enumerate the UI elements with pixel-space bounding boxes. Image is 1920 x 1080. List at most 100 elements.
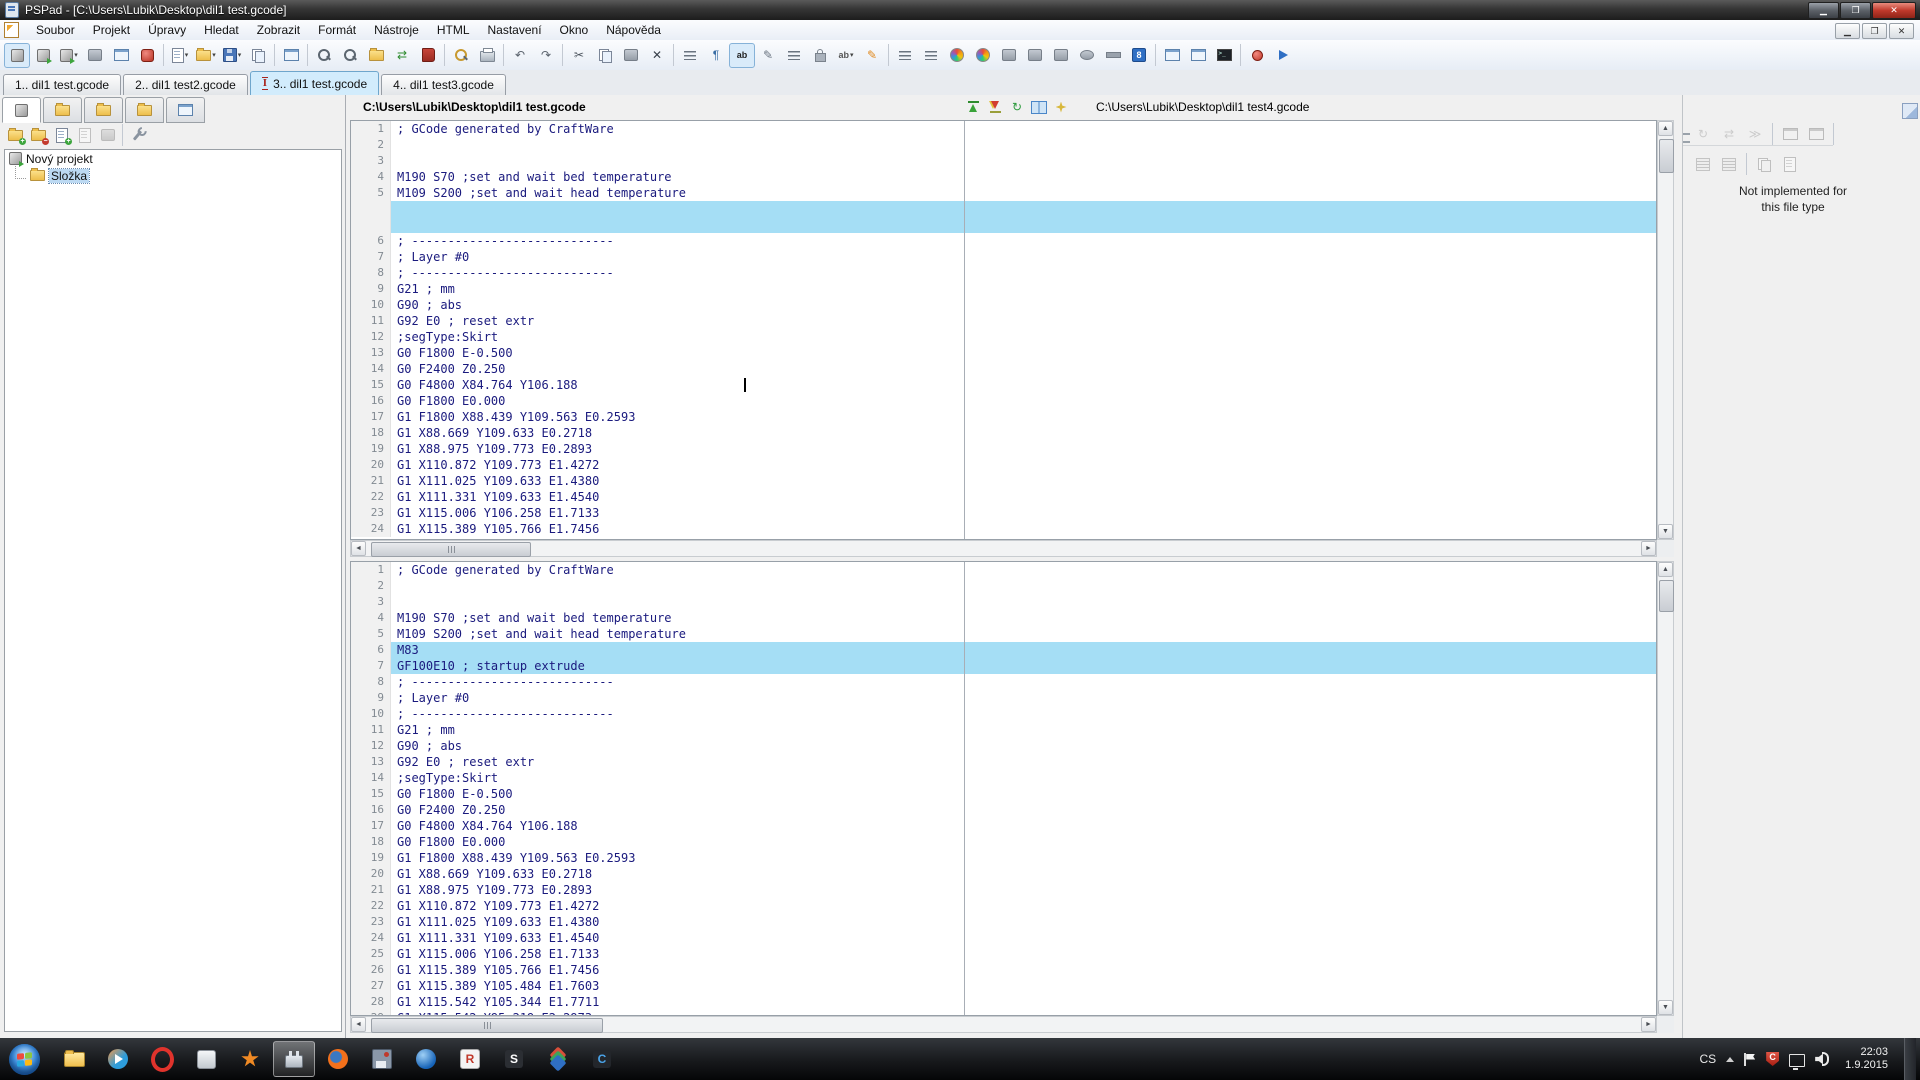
close-button[interactable]: ✕ [1872,2,1916,19]
stamp-icon[interactable] [1074,43,1100,68]
tree-item-project[interactable]: Nový projekt [5,150,341,167]
scroll-down-icon[interactable]: ▼ [1658,524,1673,539]
scroll-up-icon[interactable]: ▲ [1658,562,1673,577]
taskbar-app-layers-app[interactable] [537,1041,579,1077]
marker-icon[interactable]: ✎ [859,43,885,68]
print-icon[interactable] [474,43,500,68]
scroll-right-icon[interactable]: ► [1641,541,1656,556]
cut-icon[interactable]: ✂ [566,43,592,68]
paste-icon[interactable] [618,43,644,68]
code-viewport[interactable]: 1; GCode generated by CraftWare234M190 S… [350,561,1657,1016]
panel-corner-icon[interactable] [1902,103,1918,119]
taskbar-app-star-app[interactable] [229,1041,271,1077]
horizontal-scrollbar[interactable]: ◄► [350,540,1657,557]
dropdown-arrow-icon[interactable]: ▾ [850,51,854,59]
color-palette-icon[interactable] [944,43,970,68]
scroll-down-icon[interactable]: ▼ [1658,1000,1673,1015]
recompare-icon[interactable]: ↻ [1006,96,1028,118]
scrollbar-thumb[interactable] [371,1018,603,1033]
preview-icon[interactable] [448,43,474,68]
replace-icon[interactable] [337,43,363,68]
delete-icon[interactable]: ✕ [644,43,670,68]
project-clipboard-icon[interactable] [82,43,108,68]
first-difference-icon[interactable] [962,96,984,118]
taskbar-app-opera[interactable] [141,1041,183,1077]
log-list-icon[interactable] [415,43,441,68]
goto-icon[interactable]: ≫ [1743,123,1767,145]
taskbar-app-media-player[interactable] [97,1041,139,1077]
taskbar-app-floppy-app[interactable] [361,1041,403,1077]
new-file-icon[interactable]: ▾ [167,43,193,68]
sort-list-icon[interactable] [781,43,807,68]
menu-zobrazit[interactable]: Zobrazit [248,21,309,39]
play-macro-icon[interactable] [1270,43,1296,68]
vertical-scrollbar[interactable]: ▲▼ [1657,561,1674,1016]
splitter-grip[interactable] [1683,133,1690,143]
goto-icon[interactable]: ⇄ [389,43,415,68]
properties-icon-disabled[interactable] [96,125,119,146]
copy-file-icon[interactable] [245,43,271,68]
taskbar-app-pspad[interactable] [273,1041,315,1077]
refresh-icon[interactable]: ↻ [1691,123,1715,145]
tab-4[interactable]: 4.. dil1 test3.gcode [381,74,506,95]
project-tree[interactable]: Nový projekt Složka [4,149,342,1032]
dropdown-arrow-icon[interactable]: ▾ [185,51,189,59]
menu-soubor[interactable]: Soubor [27,21,84,39]
horizontal-scrollbar[interactable]: ◄► [350,1016,1657,1033]
redo-icon[interactable]: ↷ [533,43,559,68]
remove-window-icon[interactable] [1804,123,1828,145]
tab-2[interactable]: 2.. dil1 test2.gcode [123,74,248,95]
undo-icon[interactable]: ↶ [507,43,533,68]
cascade-windows-icon[interactable] [1185,43,1211,68]
vertical-scrollbar[interactable]: ▲▼ [1657,120,1674,540]
taskbar-app-blue-orb-app[interactable] [405,1041,447,1077]
taskbar-app-c-app[interactable]: C [581,1041,623,1077]
spell-check-icon[interactable]: ab [729,43,755,68]
taskbar-app-r-app[interactable]: R [449,1041,491,1077]
scrollbar-thumb[interactable] [1659,580,1674,612]
color-wheel-icon[interactable] [970,43,996,68]
menu-okno[interactable]: Okno [551,21,598,39]
terminal-window-icon[interactable] [1211,43,1237,68]
start-button[interactable] [9,1044,40,1075]
scroll-left-icon[interactable]: ◄ [351,1017,366,1032]
find-icon[interactable] [311,43,337,68]
scrollbar-thumb[interactable] [1659,139,1674,173]
close-project-icon[interactable] [134,43,160,68]
project-recent-icon[interactable]: ▾ [56,43,82,68]
show-desktop-button[interactable] [1904,1038,1916,1080]
lock-icon[interactable] [807,43,833,68]
language-indicator[interactable]: CS [1700,1052,1717,1066]
menu-projekt[interactable]: Projekt [84,21,139,39]
split-view-icon[interactable] [1028,96,1050,118]
open-file-icon[interactable]: ▾ [193,43,219,68]
table-import-icon[interactable] [1717,153,1741,175]
table-export-icon[interactable] [1691,153,1715,175]
next-difference-icon[interactable] [984,96,1006,118]
macro-a-icon[interactable] [996,43,1022,68]
tab-1[interactable]: 1.. dil1 test.gcode [3,74,121,95]
edit-pen-icon[interactable]: ✎ [755,43,781,68]
menu-formt[interactable]: Formát [309,21,365,39]
menu-hledat[interactable]: Hledat [195,21,248,39]
project-settings-icon[interactable] [126,125,149,146]
menu-pravy[interactable]: Úpravy [139,21,195,39]
scroll-up-icon[interactable]: ▲ [1658,121,1673,136]
taskbar-app-firefox[interactable] [317,1041,359,1077]
diff-options-icon[interactable] [1050,96,1072,118]
open-project-icon[interactable] [30,43,56,68]
file-browser-icon[interactable] [278,43,304,68]
clock[interactable]: 22:03 1.9.2015 [1839,1046,1894,1072]
save-file-icon[interactable]: ▾ [219,43,245,68]
add-file-icon[interactable]: + [50,125,73,146]
menu-html[interactable]: HTML [428,21,479,39]
sidebar-windows-tab[interactable] [166,97,205,123]
taskbar-app-s-app[interactable]: S [493,1041,535,1077]
restore-button[interactable]: ❐ [1840,2,1871,19]
align-icon[interactable] [677,43,703,68]
char-table-icon[interactable]: 8 [1126,43,1152,68]
macro-c-icon[interactable] [1048,43,1074,68]
add-folder-icon[interactable]: + [4,125,27,146]
action-center-flag-icon[interactable] [1744,1053,1756,1066]
change-case-icon[interactable]: ab▾ [833,43,859,68]
